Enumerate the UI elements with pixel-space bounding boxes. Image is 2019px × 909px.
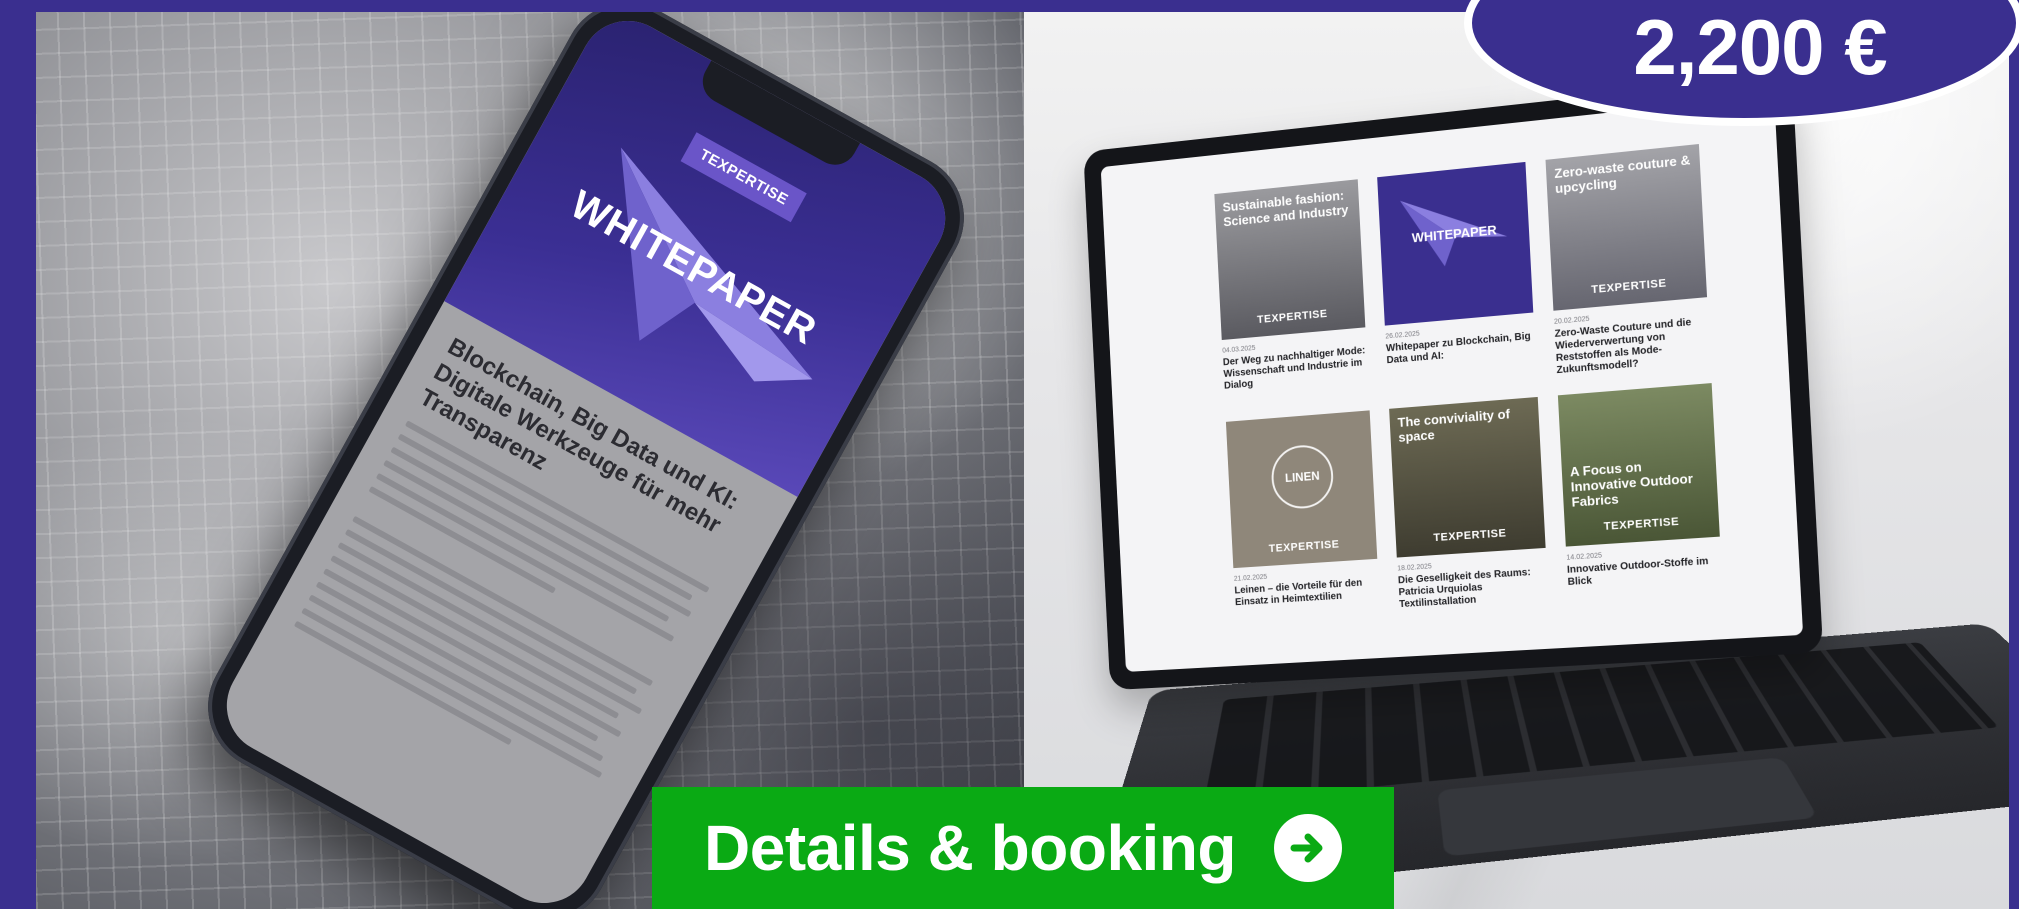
- article-thumbnail: LINEN TEXPERTISE: [1225, 410, 1378, 569]
- laptop: Sustainable fashion: Science and Industr…: [1054, 72, 2009, 909]
- article-thumbnail: Sustainable fashion: Science and Industr…: [1214, 179, 1366, 341]
- thumbnail-title: Zero-waste couture & upcycling: [1553, 152, 1691, 197]
- thumbnail-brand: TEXPERTISE: [1256, 308, 1328, 327]
- thumbnail-title: The conviviality of space: [1397, 406, 1511, 445]
- article-card[interactable]: The conviviality of space TEXPERTISE 18.…: [1389, 396, 1548, 611]
- thumbnail-brand: TEXPERTISE: [1603, 516, 1680, 534]
- article-card[interactable]: LINEN TEXPERTISE 21.02.2025 Leinen – die…: [1225, 410, 1380, 620]
- article-thumbnail: The conviviality of space TEXPERTISE: [1389, 396, 1546, 558]
- arrow-right-circle-icon: [1274, 814, 1342, 882]
- article-thumbnail: WHITEPAPER: [1377, 161, 1534, 326]
- laptop-photo: Sustainable fashion: Science and Industr…: [1024, 12, 2009, 909]
- article-card[interactable]: Sustainable fashion: Science and Industr…: [1214, 179, 1368, 404]
- laptop-lid: Sustainable fashion: Science and Industr…: [1083, 74, 1824, 691]
- laptop-screen: Sustainable fashion: Science and Industr…: [1100, 94, 1804, 672]
- article-thumbnail: A Focus on Innovative Outdoor Fabrics TE…: [1557, 383, 1720, 547]
- phone-photo: TEXPERTISE WHITEPAPER Blockchain, Big Da…: [36, 12, 1024, 909]
- thumbnail-title: Sustainable fashion: Science and Industr…: [1222, 187, 1349, 230]
- article-title: Leinen – die Vorteile für den Einsatz in…: [1234, 577, 1363, 609]
- article-title: Zero-Waste Couture und die Wiederverwert…: [1554, 317, 1692, 377]
- article-grid: Sustainable fashion: Science and Industr…: [1214, 140, 1758, 621]
- price-label: 2,200 €: [1633, 3, 1887, 91]
- article-card[interactable]: Zero-waste couture & upcycling TEXPERTIS…: [1545, 143, 1711, 377]
- thumbnail-title: A Focus on Innovative Outdoor Fabrics: [1569, 459, 1694, 510]
- thumbnail-brand: TEXPERTISE: [1268, 538, 1340, 556]
- cta-label: Details & booking: [704, 812, 1237, 884]
- frame-right: [2009, 0, 2019, 909]
- thumbnail-brand: TEXPERTISE: [1433, 527, 1507, 545]
- article-card[interactable]: WHITEPAPER 26.02.2025 Whitepaper zu Bloc…: [1377, 161, 1537, 391]
- details-booking-button[interactable]: Details & booking: [652, 787, 1394, 909]
- linen-label: LINEN: [1270, 443, 1335, 511]
- article-thumbnail: Zero-waste couture & upcycling TEXPERTIS…: [1545, 143, 1708, 311]
- article-title: Die Geselligkeit des Raums: Patricia Urq…: [1397, 567, 1532, 611]
- article-card[interactable]: A Focus on Innovative Outdoor Fabrics TE…: [1557, 383, 1723, 601]
- frame-left: [0, 0, 36, 909]
- thumbnail-brand: TEXPERTISE: [1590, 277, 1667, 297]
